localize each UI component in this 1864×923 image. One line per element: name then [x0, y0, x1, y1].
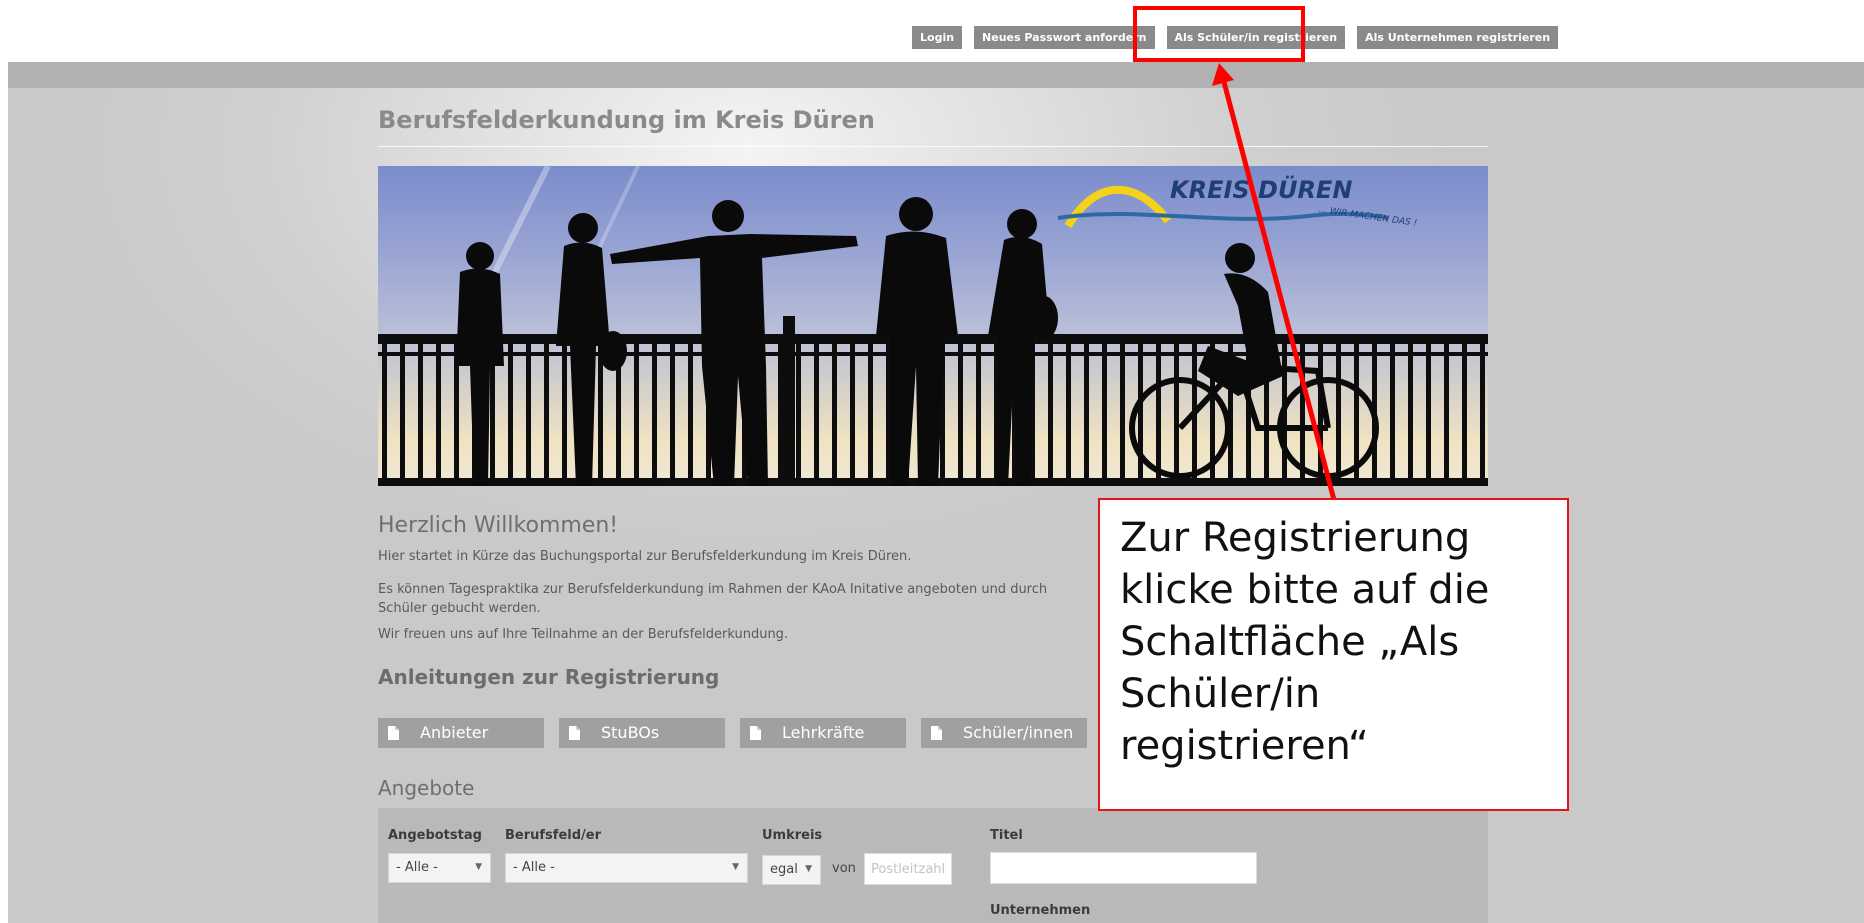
- top-bar: Login Neues Passwort anfordern Als Schül…: [0, 0, 1864, 62]
- postleitzahl-input[interactable]: [864, 853, 952, 885]
- umkreis-select[interactable]: egal ▼: [762, 855, 821, 885]
- umkreis-label: Umkreis: [762, 828, 823, 843]
- kreis-dueren-logo: KREIS DÜREN ... WIR MACHEN DAS !: [1057, 174, 1418, 229]
- welcome-paragraph-1: Hier startet in Kürze das Buchungsportal…: [378, 549, 912, 564]
- titel-input[interactable]: [990, 852, 1257, 884]
- header-banner-image: KREIS DÜREN ... WIR MACHEN DAS !: [378, 166, 1488, 486]
- callout-text: Zur Registrierung klicke bitte auf die S…: [1120, 515, 1490, 769]
- guide-stubos-button[interactable]: StuBOs: [559, 718, 725, 748]
- instructions-heading: Anleitungen zur Registrierung: [378, 665, 720, 689]
- register-company-button[interactable]: Als Unternehmen registrieren: [1357, 26, 1559, 49]
- berufsfeld-value: - Alle -: [513, 860, 555, 875]
- guide-label: Lehrkräfte: [782, 723, 865, 742]
- umkreis-value: egal: [770, 862, 798, 877]
- site-title: Berufsfelderkundung im Kreis Düren: [378, 106, 875, 134]
- document-icon: [750, 726, 761, 740]
- unternehmen-label: Unternehmen: [990, 903, 1091, 918]
- titel-label: Titel: [990, 828, 1023, 843]
- angebotstag-select[interactable]: - Alle - ▼: [388, 853, 491, 883]
- header-band: [8, 62, 1864, 88]
- welcome-heading: Herzlich Willkommen!: [378, 513, 619, 538]
- document-icon: [569, 726, 580, 740]
- angebotstag-value: - Alle -: [396, 860, 438, 875]
- instruction-callout: Zur Registrierung klicke bitte auf die S…: [1098, 498, 1569, 811]
- chevron-down-icon: ▼: [475, 862, 482, 872]
- login-button[interactable]: Login: [912, 26, 963, 49]
- title-divider: [378, 146, 1488, 147]
- document-icon: [931, 726, 942, 740]
- guide-label: Anbieter: [420, 723, 489, 742]
- von-label: von: [832, 861, 856, 876]
- welcome-paragraph-2: Es können Tagespraktika zur Berufsfelder…: [378, 582, 1048, 616]
- new-password-button[interactable]: Neues Passwort anfordern: [974, 26, 1155, 49]
- berufsfeld-label: Berufsfeld/er: [505, 828, 601, 843]
- chevron-down-icon: ▼: [805, 864, 812, 874]
- welcome-paragraph-3: Wir freuen uns auf Ihre Teilnahme an der…: [378, 627, 789, 642]
- guide-label: Schüler/innen: [963, 723, 1074, 742]
- register-button-highlight: [1133, 6, 1305, 62]
- guide-schueler-button[interactable]: Schüler/innen: [921, 718, 1087, 748]
- logo-text: KREIS DÜREN: [1170, 174, 1352, 204]
- document-icon: [388, 726, 399, 740]
- logo-slogan: ... WIR MACHEN DAS !: [1318, 205, 1418, 229]
- guide-lehrkraefte-button[interactable]: Lehrkräfte: [740, 718, 906, 748]
- berufsfeld-select[interactable]: - Alle - ▼: [505, 853, 748, 883]
- guide-anbieter-button[interactable]: Anbieter: [378, 718, 544, 748]
- angebotstag-label: Angebotstag: [388, 828, 482, 843]
- chevron-down-icon: ▼: [732, 862, 739, 872]
- guide-label: StuBOs: [601, 723, 660, 742]
- offers-heading: Angebote: [378, 776, 475, 800]
- silhouette-scene: KREIS DÜREN ... WIR MACHEN DAS !: [378, 166, 1488, 486]
